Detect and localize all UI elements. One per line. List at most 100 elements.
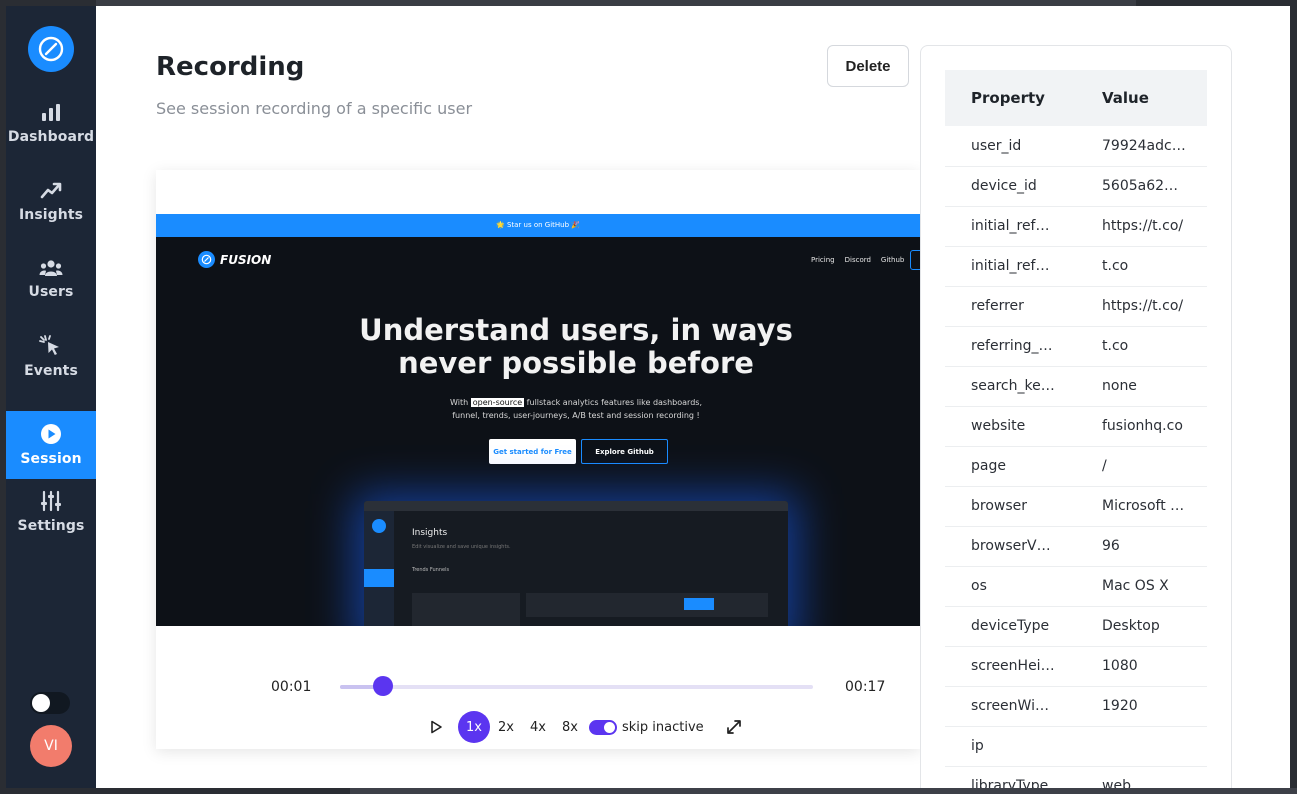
replay-nav-item: Github [880,256,905,264]
preview-logo [372,519,386,533]
table-row: browser Microsoft … [945,486,1207,527]
properties-body: user_id 79924adc… device_id 5605a62… initial… [945,126,1207,788]
replay-site-name: FUSION [220,252,272,267]
table-row: search_ke… none [945,366,1207,407]
replay-banner: 🌟 Star us on GitHub 🎉 [156,214,920,237]
replay-hero-description: With open-source fullstack analytics fea… [156,396,920,422]
sidebar-item-label: Events [24,363,78,379]
replay-desc-line2: funnel, trends, user-journeys, A/B test … [452,411,700,420]
property-value: https://t.co/ [1076,206,1207,247]
app-logo[interactable] [28,26,74,72]
table-row: device_id 5605a62… [945,166,1207,207]
property-value: Microsoft … [1076,486,1207,527]
replay-desc-prefix: With [450,398,471,407]
property-name: browser [945,486,1076,527]
properties-panel: Property Value user_id 79924adc… device_id… [920,45,1232,788]
skip-inactive-toggle[interactable] [589,719,617,735]
sidebar-item-dashboard[interactable]: Dashboard [6,90,96,158]
trend-up-icon [40,182,62,199]
replay-nav-item: Discord [844,256,871,264]
theme-toggle[interactable] [30,692,70,714]
sidebar-item-label: Users [28,284,74,300]
preview-browser-bar [364,501,788,511]
table-row: page / [945,446,1207,487]
property-value: Desktop [1076,606,1207,647]
table-row: libraryType web [945,766,1207,788]
play-button[interactable] [424,715,448,739]
play-circle-icon [41,424,61,444]
property-value: 1080 [1076,646,1207,687]
bar-chart-icon [42,104,60,121]
table-row: screenWi… 1920 [945,686,1207,727]
property-name: page [945,446,1076,487]
property-name: ip [945,726,1076,767]
play-icon [431,720,442,734]
page-subtitle: See session recording of a specific user [156,99,473,118]
table-row: initial_ref… t.co [945,246,1207,287]
property-name: user_id [945,126,1076,167]
property-value: / [1076,446,1207,487]
table-row: website fusionhq.co [945,406,1207,447]
replay-viewport: 🌟 Star us on GitHub 🎉 FUSION Pricing Dis… [156,214,920,626]
sidebar-item-events[interactable]: Events [6,323,96,391]
preview-sidebar [364,511,394,626]
link-logo-icon [38,36,64,62]
sidebar-item-users[interactable]: Users [6,245,96,313]
property-name: search_ke… [945,366,1076,407]
seek-bar[interactable] [340,685,813,689]
users-icon [39,260,63,276]
toggle-knob [32,694,50,712]
replay-cta-secondary: Explore Github [581,439,668,464]
property-name: libraryType [945,766,1076,788]
property-value [1076,726,1207,767]
property-name: deviceType [945,606,1076,647]
replay-app-preview: Insights Edit visualize and save unique … [364,501,788,626]
speed-8x-button[interactable]: 8x [554,711,586,743]
avatar[interactable]: VI [30,725,72,767]
property-value: 1920 [1076,686,1207,727]
property-value: web [1076,766,1207,788]
property-name: screenHei… [945,646,1076,687]
sidebar-item-session[interactable]: Session [6,411,96,479]
property-value: 96 [1076,526,1207,567]
expand-icon [726,720,741,734]
property-name: initial_ref… [945,246,1076,287]
total-time: 00:17 [845,679,886,695]
page-title: Recording [156,52,305,82]
replay-cta-primary: Get started for Free [489,439,576,464]
player-controls: 1x 2x 4x 8x skip inactive [424,711,742,743]
sidebar-item-insights[interactable]: Insights [6,168,96,236]
seek-handle[interactable] [372,676,393,696]
replay-hero-title-line2: never possible before [398,346,754,380]
fullscreen-button[interactable] [726,719,742,735]
column-header-property: Property [945,70,1076,126]
preview-subtitle: Edit visualize and save unique insights. [412,544,511,550]
column-header-value: Value [1076,70,1207,126]
sidebar-item-label: Insights [18,207,84,223]
property-name: referrer [945,286,1076,327]
sidebar-item-label: Settings [17,518,85,534]
preview-active-item [364,569,394,587]
table-row: deviceType Desktop [945,606,1207,647]
link-logo-icon [198,251,215,268]
main-content: Recording See session recording of a spe… [96,6,1290,788]
cursor-click-icon [39,335,59,355]
replay-nav-button [910,250,920,270]
speed-4x-button[interactable]: 4x [522,711,554,743]
properties-header-row: Property Value [945,70,1207,126]
table-row: referring_… t.co [945,326,1207,367]
speed-1x-button[interactable]: 1x [458,711,490,743]
sidebar: Dashboard Insights Users Events Session … [6,6,96,788]
replay-site-nav: Pricing Discord Github [811,256,904,264]
table-row: browserV… 96 [945,526,1207,567]
current-time: 00:01 [271,679,312,695]
table-row: os Mac OS X [945,566,1207,607]
property-value: https://t.co/ [1076,286,1207,327]
delete-button[interactable]: Delete [827,45,909,87]
sidebar-item-label: Dashboard [7,129,95,145]
sidebar-item-settings[interactable]: Settings [6,478,96,546]
speed-2x-button[interactable]: 2x [490,711,522,743]
property-value: 79924adc… [1076,126,1207,167]
sidebar-item-label: Session [20,451,82,467]
table-row: initial_ref… https://t.co/ [945,206,1207,247]
